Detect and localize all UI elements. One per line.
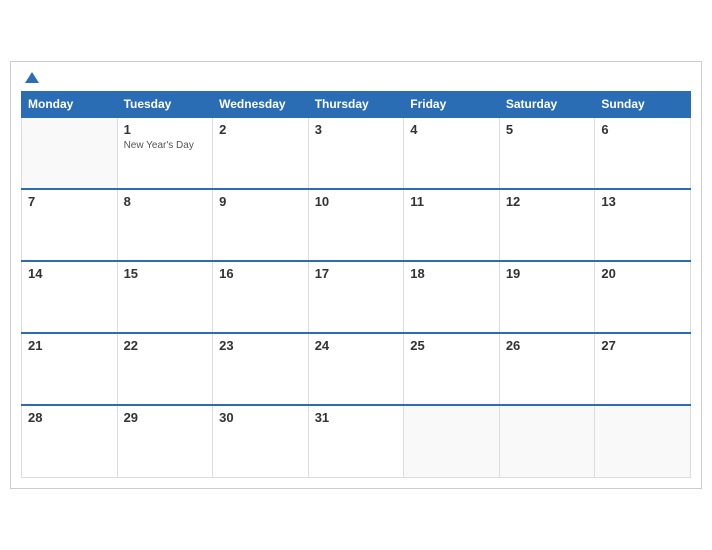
- logo-triangle-icon: [25, 72, 39, 83]
- day-header-monday: Monday: [22, 92, 118, 118]
- calendar-cell: 22: [117, 333, 213, 405]
- calendar-cell: 15: [117, 261, 213, 333]
- day-header-friday: Friday: [404, 92, 500, 118]
- calendar-cell: 17: [308, 261, 404, 333]
- day-number: 22: [124, 338, 207, 353]
- day-number: 17: [315, 266, 398, 281]
- calendar-cell: 7: [22, 189, 118, 261]
- day-number: 12: [506, 194, 589, 209]
- day-header-tuesday: Tuesday: [117, 92, 213, 118]
- calendar-cell: 9: [213, 189, 309, 261]
- calendar-cell: 3: [308, 117, 404, 189]
- day-header-saturday: Saturday: [499, 92, 595, 118]
- calendar-cell: 14: [22, 261, 118, 333]
- day-number: 13: [601, 194, 684, 209]
- calendar-tbody: 1New Year's Day2345678910111213141516171…: [22, 117, 691, 477]
- calendar-cell: [404, 405, 500, 477]
- day-header-wednesday: Wednesday: [213, 92, 309, 118]
- day-number: 10: [315, 194, 398, 209]
- week-row-2: 789 10 11 12 13: [22, 189, 691, 261]
- calendar-cell: 21: [22, 333, 118, 405]
- day-number: 6: [601, 122, 684, 137]
- day-event: New Year's Day: [124, 140, 194, 151]
- calendar-cell: 23: [213, 333, 309, 405]
- calendar-cell: 1 New Year's Day: [117, 117, 213, 189]
- day-number: 24: [315, 338, 398, 353]
- calendar-cell: 5: [499, 117, 595, 189]
- day-number: 8: [124, 194, 207, 209]
- calendar-cell: 24: [308, 333, 404, 405]
- calendar-cell: 30: [213, 405, 309, 477]
- day-number: 1: [124, 122, 207, 137]
- calendar-thead: MondayTuesdayWednesdayThursdayFridaySatu…: [22, 92, 691, 118]
- logo-blue-text: [25, 72, 42, 83]
- calendar-cell: [595, 405, 691, 477]
- day-number: 15: [124, 266, 207, 281]
- day-number: 14: [28, 266, 111, 281]
- calendar-cell: 31: [308, 405, 404, 477]
- day-number: 31: [315, 410, 398, 425]
- calendar-cell: [499, 405, 595, 477]
- calendar-cell: 20: [595, 261, 691, 333]
- calendar-container: MondayTuesdayWednesdayThursdayFridaySatu…: [10, 61, 702, 489]
- day-number: 20: [601, 266, 684, 281]
- calendar-header: [21, 72, 691, 83]
- day-number: 30: [219, 410, 302, 425]
- day-header-sunday: Sunday: [595, 92, 691, 118]
- day-number: 5: [506, 122, 589, 137]
- day-number: 18: [410, 266, 493, 281]
- day-number: 27: [601, 338, 684, 353]
- day-number: 26: [506, 338, 589, 353]
- days-header-row: MondayTuesdayWednesdayThursdayFridaySatu…: [22, 92, 691, 118]
- calendar-cell: 29: [117, 405, 213, 477]
- day-number: 3: [315, 122, 398, 137]
- day-number: 16: [219, 266, 302, 281]
- calendar-cell: 13: [595, 189, 691, 261]
- day-number: 4: [410, 122, 493, 137]
- week-row-5: 28 29 30 31: [22, 405, 691, 477]
- calendar-cell: 16: [213, 261, 309, 333]
- calendar-cell: 25: [404, 333, 500, 405]
- calendar-cell: 19: [499, 261, 595, 333]
- calendar-cell: 2: [213, 117, 309, 189]
- calendar-cell: 4: [404, 117, 500, 189]
- calendar-cell: 26: [499, 333, 595, 405]
- logo: [25, 72, 42, 83]
- day-number: 28: [28, 410, 111, 425]
- day-number: 19: [506, 266, 589, 281]
- day-number: 11: [410, 194, 493, 209]
- week-row-3: 14 15 16 17 18 19 20: [22, 261, 691, 333]
- calendar-cell: 10: [308, 189, 404, 261]
- day-number: 25: [410, 338, 493, 353]
- calendar-cell: 6: [595, 117, 691, 189]
- calendar-cell: 12: [499, 189, 595, 261]
- calendar-cell: 18: [404, 261, 500, 333]
- week-row-4: 21 22 23 24 25 26 27: [22, 333, 691, 405]
- day-number: 2: [219, 122, 302, 137]
- day-number: 23: [219, 338, 302, 353]
- day-number: 7: [28, 194, 111, 209]
- day-header-thursday: Thursday: [308, 92, 404, 118]
- calendar-cell: 28: [22, 405, 118, 477]
- calendar-table: MondayTuesdayWednesdayThursdayFridaySatu…: [21, 91, 691, 478]
- day-number: 29: [124, 410, 207, 425]
- calendar-cell: 27: [595, 333, 691, 405]
- calendar-cell: [22, 117, 118, 189]
- calendar-cell: 8: [117, 189, 213, 261]
- calendar-cell: 11: [404, 189, 500, 261]
- day-number: 9: [219, 194, 302, 209]
- week-row-1: 1 New Year's Day 23456: [22, 117, 691, 189]
- day-number: 21: [28, 338, 111, 353]
